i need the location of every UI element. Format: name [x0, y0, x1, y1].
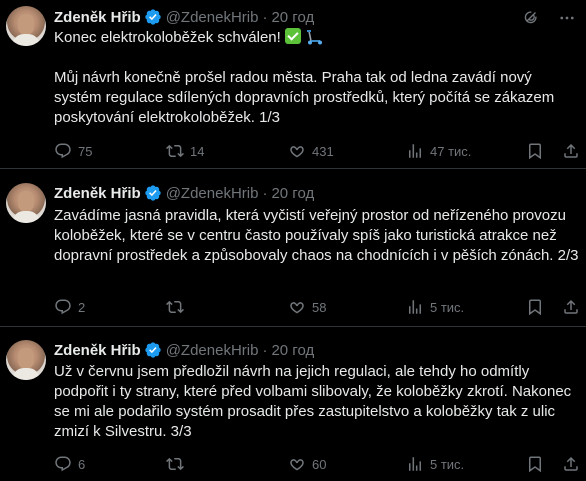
views-button[interactable]: 5 тис. [406, 454, 464, 474]
tweet-text: Konec elektrokoloběžek schválen! Můj náv… [54, 28, 580, 128]
reply-icon [55, 143, 71, 159]
reply-icon [55, 456, 71, 472]
share-button[interactable] [562, 141, 580, 161]
share-icon [564, 143, 578, 158]
avatar[interactable] [6, 6, 46, 46]
share-button[interactable] [562, 297, 580, 317]
tweet-body: Už v červnu jsem předložil návrh na jeji… [54, 363, 576, 440]
views-count: 5 тис. [430, 299, 465, 315]
verified-badge-icon [144, 341, 162, 359]
avatar[interactable] [6, 183, 46, 223]
separator: · [262, 8, 268, 26]
bookmark-button[interactable] [526, 141, 544, 161]
bookmark-button[interactable] [526, 297, 544, 317]
like-button[interactable]: 58 [288, 297, 326, 317]
bookmark-icon [529, 299, 541, 316]
share-icon [564, 456, 578, 471]
tweet-actions: 6 60 5 тис. [54, 454, 580, 474]
views-icon [409, 457, 421, 471]
grok-icon[interactable] [522, 8, 540, 26]
like-icon [290, 302, 304, 314]
tweet-text-line: Konec elektrokoloběžek schválen! [54, 29, 285, 46]
white-check-mark-emoji [284, 28, 301, 44]
like-button[interactable]: 431 [288, 141, 334, 161]
retweet-button[interactable] [166, 454, 190, 474]
tweet-body: Můj návrh konečně prošel radou města. Pr… [54, 69, 559, 126]
retweet-icon [166, 300, 184, 314]
kick-scooter-emoji [307, 30, 323, 45]
reply-button[interactable]: 75 [54, 141, 92, 161]
bookmark-button[interactable] [526, 454, 544, 474]
views-button[interactable]: 5 тис. [406, 297, 464, 317]
reply-icon [55, 299, 71, 315]
author-handle[interactable]: @ZdenekHrib [166, 342, 259, 359]
retweet-button[interactable] [166, 297, 190, 317]
timestamp[interactable]: 20 год [271, 185, 314, 202]
like-count: 58 [312, 299, 327, 315]
reply-count: 6 [78, 456, 86, 472]
author-handle[interactable]: @ZdenekHrib [166, 9, 259, 26]
views-icon [409, 144, 421, 158]
share-icon [564, 299, 578, 314]
tweet-actions: 75 14 431 47 тис. [54, 141, 580, 161]
verified-badge-icon [144, 184, 162, 202]
reply-count: 2 [78, 299, 86, 315]
reply-button[interactable]: 2 [54, 297, 85, 317]
tweet-header: Zdeněk Hřib @ZdenekHrib · 20 год [54, 7, 314, 27]
bookmark-icon [529, 143, 541, 160]
tweet[interactable]: Zdeněk Hřib @ZdenekHrib · 20 год Zavádím… [0, 168, 586, 326]
separator: · [262, 184, 268, 202]
reply-button[interactable]: 6 [54, 454, 85, 474]
retweet-count: 14 [190, 143, 205, 159]
reply-count: 75 [78, 143, 93, 159]
like-count: 60 [312, 456, 327, 472]
like-icon [290, 146, 304, 158]
views-icon [409, 300, 421, 314]
author-name[interactable]: Zdeněk Hřib [54, 342, 141, 359]
like-button[interactable]: 60 [288, 454, 326, 474]
timestamp[interactable]: 20 год [271, 9, 314, 26]
timestamp[interactable]: 20 год [271, 342, 314, 359]
like-icon [290, 459, 304, 471]
tweet-header: Zdeněk Hřib @ZdenekHrib · 20 год [54, 183, 314, 203]
tweet[interactable]: Zdeněk Hřib @ZdenekHrib · 20 год Už v če… [0, 326, 586, 481]
views-button[interactable]: 47 тис. [406, 141, 471, 161]
more-icon[interactable] [558, 9, 576, 27]
tweet-header: Zdeněk Hřib @ZdenekHrib · 20 год [54, 340, 314, 360]
author-name[interactable]: Zdeněk Hřib [54, 185, 141, 202]
tweet-text: Zavádíme jasná pravidla, která vyčistí v… [54, 206, 580, 266]
retweet-icon [166, 144, 184, 158]
tweet[interactable]: Zdeněk Hřib @ZdenekHrib · 20 год Konec e… [0, 0, 586, 168]
verified-badge-icon [144, 8, 162, 26]
share-button[interactable] [562, 454, 580, 474]
tweet-body: Zavádíme jasná pravidla, která vyčistí v… [54, 207, 579, 264]
views-count: 47 тис. [430, 143, 472, 159]
bookmark-icon [529, 456, 541, 473]
author-handle[interactable]: @ZdenekHrib [166, 185, 259, 202]
retweet-icon [166, 457, 184, 471]
separator: · [262, 341, 268, 359]
retweet-button[interactable]: 14 [166, 141, 204, 161]
tweet-text: Už v červnu jsem předložil návrh na jeji… [54, 362, 580, 442]
tweet-actions: 2 58 5 тис. [54, 297, 580, 317]
like-count: 431 [312, 143, 334, 159]
author-name[interactable]: Zdeněk Hřib [54, 9, 141, 26]
views-count: 5 тис. [430, 456, 465, 472]
avatar[interactable] [6, 340, 46, 380]
